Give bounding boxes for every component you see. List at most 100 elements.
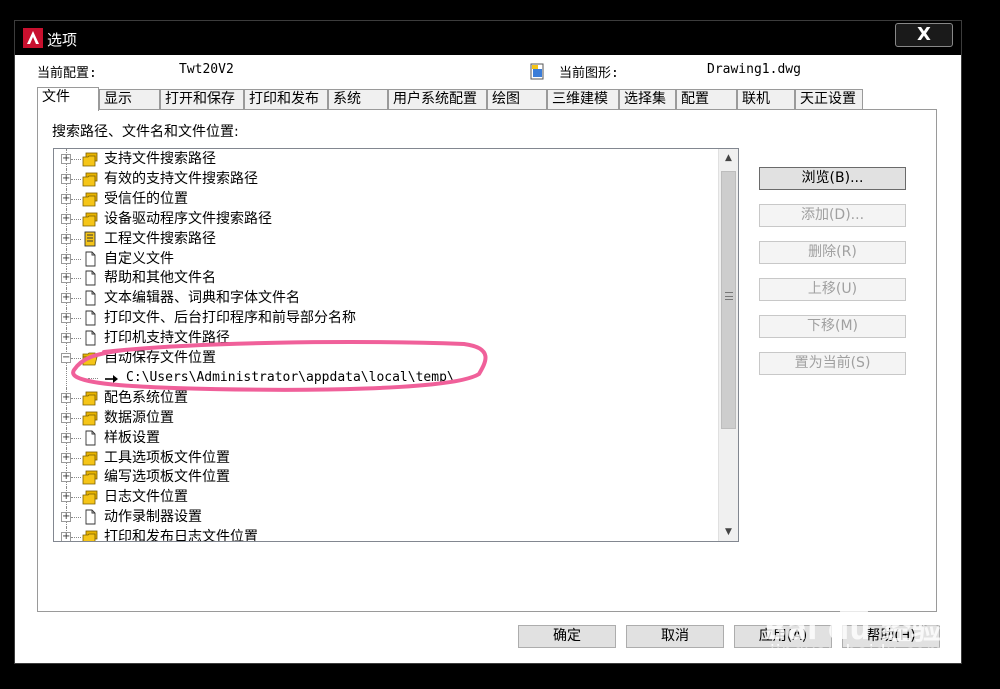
tab-display[interactable]: 显示	[99, 89, 160, 110]
expand-icon[interactable]: +	[61, 512, 71, 523]
tree-item-label: 有效的支持文件搜索路径	[104, 170, 258, 187]
expand-icon[interactable]: +	[61, 532, 71, 541]
expand-icon[interactable]: +	[61, 154, 71, 164]
tree-item[interactable]: + 样板设置	[54, 427, 718, 448]
document-icon	[85, 270, 96, 286]
tree-item[interactable]: + 打印机支持文件路径	[54, 328, 718, 349]
tree-connector-dots	[71, 318, 81, 320]
tree-rows: + 支持文件搜索路径 + 有效的支持文件搜索路径 + 受信任的位置 + 设备驱动程序文件搜索路…	[54, 149, 718, 541]
tab-selection[interactable]: 选择集	[619, 89, 676, 110]
tree-item[interactable]: + 支持文件搜索路径	[54, 149, 718, 169]
tree-item[interactable]: + 设备驱动程序文件搜索路径	[54, 208, 718, 229]
tab-3d-modeling[interactable]: 三维建模	[547, 89, 619, 110]
tree-item-label: 样板设置	[104, 429, 160, 446]
expand-icon[interactable]: +	[61, 253, 71, 264]
tree-connector-dots	[71, 477, 81, 479]
profile-row: 当前配置: Twt20V2 当前图形: Drawing1.dwg	[15, 62, 961, 84]
tab-tangent-settings[interactable]: 天正设置	[795, 89, 863, 110]
expand-icon[interactable]: +	[61, 193, 71, 204]
expand-icon[interactable]: +	[61, 273, 71, 284]
tree-item[interactable]: + 帮助和其他文件名	[54, 268, 718, 289]
tree-vertical-scrollbar[interactable]: ▲ ▼	[718, 149, 738, 541]
tab-online[interactable]: 联机	[737, 89, 795, 110]
scrollbar-thumb[interactable]	[721, 171, 736, 429]
expand-icon[interactable]: +	[61, 213, 71, 224]
document-icon	[85, 430, 96, 446]
folder-group-icon	[82, 451, 98, 465]
search-path-tree[interactable]: + 支持文件搜索路径 + 有效的支持文件搜索路径 + 受信任的位置 + 设备驱动程序文件搜索路…	[53, 148, 739, 542]
move-down-button[interactable]: 下移(M)	[759, 315, 906, 338]
panel-caption: 搜索路径、文件名和文件位置:	[52, 124, 239, 140]
open-folder-icon	[82, 352, 98, 366]
tree-connector-dots	[88, 377, 98, 379]
expand-icon[interactable]: +	[61, 293, 71, 304]
tab-profiles[interactable]: 配置	[676, 89, 737, 110]
remove-button[interactable]: 删除(R)	[759, 241, 906, 264]
apply-button[interactable]: 应用(A)	[734, 625, 832, 648]
tree-item[interactable]: + 工具选项板文件位置	[54, 447, 718, 468]
tree-item[interactable]: + 有效的支持文件搜索路径	[54, 168, 718, 189]
tab-system[interactable]: 系统	[328, 89, 388, 110]
tree-item[interactable]: + 配色系统位置	[54, 387, 718, 408]
tree-item[interactable]: − 自动保存文件位置	[54, 348, 718, 368]
current-drawing-value: Drawing1.dwg	[707, 62, 801, 77]
tree-item[interactable]: + 工程文件搜索路径	[54, 228, 718, 249]
expand-icon[interactable]: +	[61, 492, 71, 503]
options-dialog: 选项 X 当前配置: Twt20V2 当前图形: Drawing1.dwg 文件…	[14, 20, 962, 664]
tree-item-label: 动作录制器设置	[104, 509, 202, 526]
title-bar[interactable]: 选项 X	[15, 21, 961, 55]
tree-path-entry[interactable]: C:\Users\Administrator\appdata\local\tem…	[54, 367, 718, 388]
tree-item[interactable]: + 数据源位置	[54, 407, 718, 428]
tab-files[interactable]: 文件	[37, 87, 99, 111]
tree-item[interactable]: + 编写选项板文件位置	[54, 467, 718, 488]
tab-plot-publish[interactable]: 打印和发布	[244, 89, 328, 110]
tree-item-label: 工程文件搜索路径	[104, 230, 216, 247]
scroll-down-icon[interactable]: ▼	[719, 523, 738, 541]
tree-connector-dots	[71, 159, 81, 160]
tree-item[interactable]: + 受信任的位置	[54, 188, 718, 209]
tree-item-label: 打印和发布日志文件位置	[104, 529, 258, 541]
tree-connector-dots	[71, 537, 81, 539]
set-current-button[interactable]: 置为当前(S)	[759, 352, 906, 375]
tree-connector-dots	[71, 397, 81, 399]
tab-drafting[interactable]: 绘图	[487, 89, 547, 110]
tree-item-label: 数据源位置	[104, 409, 174, 426]
tree-item[interactable]: + 打印文件、后台打印程序和前导部分名称	[54, 308, 718, 329]
tab-user-preferences[interactable]: 用户系统配置	[388, 89, 487, 110]
arrow-right-icon	[105, 374, 118, 383]
grip-icon	[725, 292, 733, 300]
add-button[interactable]: 添加(D)...	[759, 204, 906, 227]
project-file-icon	[84, 231, 96, 247]
tree-connector-dots	[71, 198, 81, 200]
tree-connector-dots	[71, 298, 81, 300]
expand-icon[interactable]: +	[61, 432, 71, 443]
tree-item-label: 支持文件搜索路径	[104, 151, 216, 167]
path-value: C:\Users\Administrator\appdata\local\tem…	[126, 369, 455, 385]
tab-open-save[interactable]: 打开和保存	[160, 89, 244, 110]
folder-group-icon	[82, 172, 98, 187]
ok-button[interactable]: 确定	[518, 625, 616, 648]
close-button[interactable]: X	[895, 23, 953, 47]
tree-item[interactable]: + 动作录制器设置	[54, 507, 718, 528]
tree-item[interactable]: + 自定义文件	[54, 248, 718, 269]
expand-icon[interactable]: +	[61, 173, 71, 184]
tree-item[interactable]: + 文本编辑器、词典和字体文件名	[54, 288, 718, 309]
expand-icon[interactable]: +	[61, 233, 71, 244]
expand-icon[interactable]: +	[61, 313, 71, 324]
cancel-button[interactable]: 取消	[626, 625, 724, 648]
help-button[interactable]: 帮助(H)	[842, 625, 940, 648]
expand-icon[interactable]: +	[61, 333, 71, 344]
expand-icon[interactable]: +	[61, 472, 71, 483]
collapse-icon[interactable]: −	[61, 353, 71, 363]
browse-button[interactable]: 浏览(B)...	[759, 167, 906, 190]
folder-group-icon	[82, 212, 98, 227]
expand-icon[interactable]: +	[61, 412, 71, 423]
tree-item[interactable]: + 打印和发布日志文件位置	[54, 527, 718, 541]
folder-group-icon	[82, 192, 98, 207]
move-up-button[interactable]: 上移(U)	[759, 278, 906, 301]
tree-connector-dots	[71, 278, 81, 280]
expand-icon[interactable]: +	[61, 452, 71, 463]
scroll-up-icon[interactable]: ▲	[719, 149, 738, 167]
tree-item[interactable]: + 日志文件位置	[54, 487, 718, 508]
expand-icon[interactable]: +	[61, 392, 71, 403]
